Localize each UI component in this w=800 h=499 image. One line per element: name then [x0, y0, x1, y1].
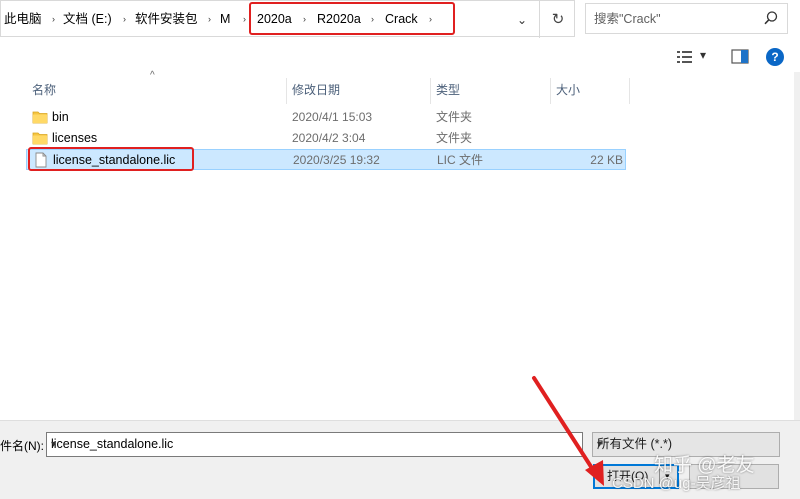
file-name: licenses: [52, 131, 98, 145]
preview-pane-icon: [731, 49, 749, 64]
list-scrollbar[interactable]: [794, 72, 800, 420]
file-date: 2020/4/2 3:04: [292, 131, 366, 145]
view-options-button[interactable]: ▾: [676, 46, 712, 68]
file-size: 22 KB: [590, 153, 623, 167]
details-view-icon: [677, 51, 692, 63]
split-divider: [659, 469, 660, 484]
preview-pane-button[interactable]: [731, 46, 749, 68]
chevron-down-icon[interactable]: ▾: [700, 48, 706, 62]
chevron-down-icon[interactable]: ▾: [51, 433, 578, 456]
file-type: LIC 文件: [437, 153, 484, 167]
open-options-chevron-icon[interactable]: ▾: [665, 466, 670, 487]
breadcrumb-drive-e[interactable]: 文档 (E:): [63, 1, 112, 38]
breadcrumb-separator[interactable]: ›: [243, 1, 246, 38]
column-divider[interactable]: [629, 78, 630, 104]
open-button[interactable]: 打开(O) ▾: [593, 464, 679, 489]
search-placeholder: 搜索"Crack": [594, 12, 661, 26]
cancel-button[interactable]: [689, 464, 779, 489]
breadcrumb-separator[interactable]: ›: [208, 1, 211, 38]
file-row-bin[interactable]: bin 2020/4/1 15:03 文件夹: [26, 107, 626, 128]
chevron-down-icon[interactable]: ▾: [597, 433, 773, 456]
column-header-type[interactable]: 类型: [430, 76, 550, 104]
refresh-icon[interactable]: ↻: [539, 1, 576, 38]
breadcrumb-software[interactable]: 软件安装包: [135, 1, 198, 38]
file-type-filter-select[interactable]: 所有文件 (*.*) ▾: [592, 432, 780, 457]
breadcrumb-separator[interactable]: ›: [52, 1, 55, 38]
breadcrumb-separator[interactable]: ›: [123, 1, 126, 38]
path-highlight-box: [249, 2, 455, 35]
search-input[interactable]: 搜索"Crack": [585, 3, 788, 34]
breadcrumb-m[interactable]: M: [220, 1, 230, 38]
file-row-licenses[interactable]: licenses 2020/4/2 3:04 文件夹: [26, 128, 626, 149]
folder-icon: [32, 111, 48, 124]
column-header-row: ^ 名称 修改日期 类型 大小: [0, 70, 630, 104]
column-header-size[interactable]: 大小: [550, 76, 630, 104]
search-icon[interactable]: [763, 10, 779, 26]
history-dropdown-icon[interactable]: ⌄: [509, 7, 535, 33]
file-type: 文件夹: [436, 110, 473, 124]
breadcrumb-this-pc[interactable]: 此电脑: [4, 1, 42, 38]
file-date: 2020/3/25 19:32: [293, 153, 380, 167]
file-name: bin: [52, 110, 69, 124]
filename-input[interactable]: license_standalone.lic ▾: [46, 432, 583, 457]
file-date: 2020/4/1 15:03: [292, 110, 373, 124]
file-type: 文件夹: [436, 131, 473, 145]
file-list[interactable]: ^ 名称 修改日期 类型 大小 bin 2020/4/1 15:03 文件夹 l…: [0, 70, 800, 420]
column-header-name[interactable]: 名称: [26, 76, 286, 104]
filename-label: 件名(N):: [0, 439, 44, 453]
help-icon[interactable]: ?: [766, 48, 784, 66]
dialog-footer: 件名(N): license_standalone.lic ▾ 所有文件 (*.…: [0, 420, 800, 499]
column-header-date[interactable]: 修改日期: [286, 76, 430, 104]
file-highlight-box: [28, 147, 194, 171]
open-button-label: 打开(O): [607, 469, 649, 483]
folder-icon: [32, 132, 48, 145]
